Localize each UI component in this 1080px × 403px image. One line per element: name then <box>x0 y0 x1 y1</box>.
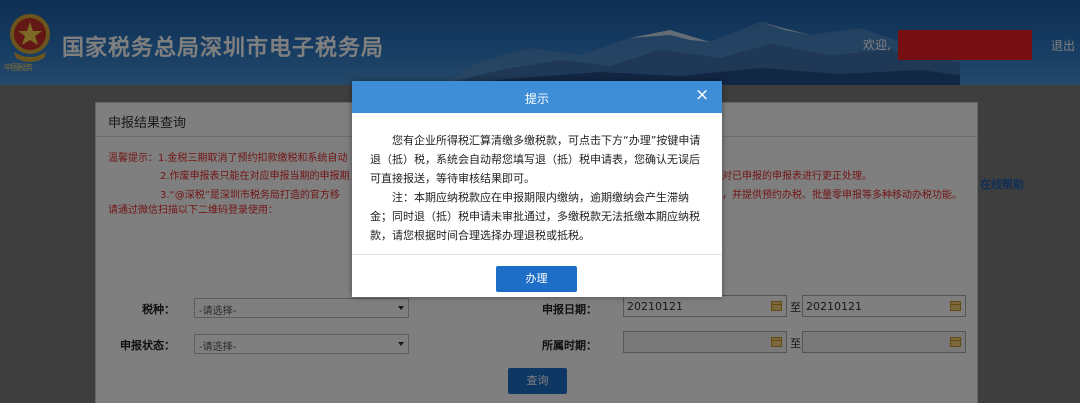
dialog-title: 提示 <box>524 92 549 106</box>
dialog-body: 您有企业所得税汇算清缴多缴税款，可点击下方“办理”按键申请退（抵）税，系统会自动… <box>370 131 706 245</box>
dialog-divider <box>352 254 722 255</box>
close-icon[interactable]: × <box>695 85 709 105</box>
dialog-paragraph-2: 注：本期应纳税款应在申报期限内缴纳，逾期缴纳会产生滞纳金；同时退（抵）税申请未审… <box>370 191 700 242</box>
dialog-paragraph-1: 您有企业所得税汇算清缴多缴税款，可点击下方“办理”按键申请退（抵）税，系统会自动… <box>370 134 701 185</box>
notice-dialog: 提示 × 您有企业所得税汇算清缴多缴税款，可点击下方“办理”按键申请退（抵）税，… <box>352 81 722 297</box>
dialog-header: 提示 × <box>352 81 722 113</box>
handle-button[interactable]: 办理 <box>496 266 577 292</box>
